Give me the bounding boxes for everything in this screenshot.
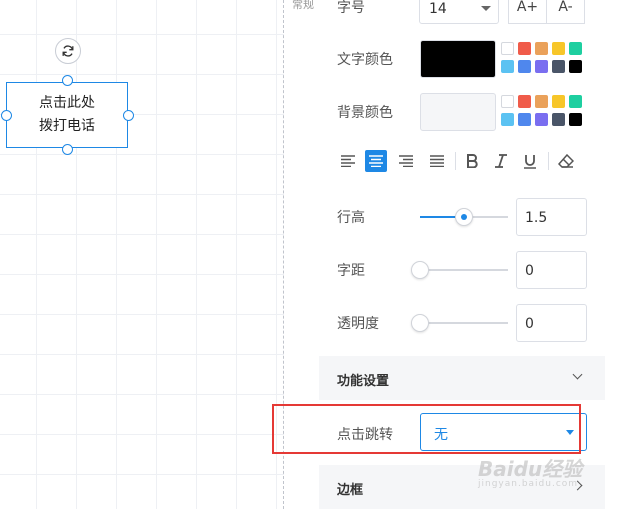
palette-color-swatch[interactable]: [552, 113, 565, 126]
editor-canvas[interactable]: [0, 0, 284, 509]
font-decrease-button[interactable]: A-: [546, 0, 585, 24]
palette-color-swatch[interactable]: [518, 60, 531, 73]
letter-spacing-input[interactable]: 0: [516, 251, 587, 289]
resize-handle-right[interactable]: [123, 110, 134, 121]
annotation-highlight-box: [272, 404, 581, 454]
palette-color-swatch[interactable]: [569, 113, 582, 126]
opacity-slider[interactable]: [411, 314, 508, 332]
font-size-label: 字号: [337, 0, 365, 16]
palette-color-swatch[interactable]: [501, 60, 514, 73]
text-line-1: 点击此处: [39, 95, 95, 111]
resize-handle-left[interactable]: [1, 110, 12, 121]
chevron-down-icon: [481, 6, 491, 11]
resize-handle-top[interactable]: [62, 75, 73, 86]
palette-color-swatch[interactable]: [535, 95, 548, 108]
palette-color-swatch[interactable]: [518, 95, 531, 108]
watermark-main: Baidu经验: [478, 457, 583, 481]
text-component[interactable]: 点击此处 拨打电话: [6, 82, 128, 148]
bg-color-label: 背景颜色: [337, 105, 393, 121]
toolbar-divider: [548, 152, 549, 170]
slider-knob[interactable]: [411, 314, 429, 332]
underline-icon[interactable]: [519, 150, 541, 172]
bg-color-palette: [501, 95, 589, 126]
text-color-palette: [501, 42, 589, 73]
palette-color-swatch[interactable]: [569, 60, 582, 73]
line-height-label: 行高: [337, 210, 365, 226]
bg-color-swatch[interactable]: [420, 93, 496, 131]
font-increase-button[interactable]: A+: [508, 0, 547, 24]
opacity-label: 透明度: [337, 316, 379, 332]
palette-color-swatch[interactable]: [569, 42, 582, 55]
slider-knob[interactable]: [411, 261, 429, 279]
palette-color-swatch[interactable]: [518, 42, 531, 55]
panel-right-gutter: [605, 0, 625, 509]
letter-spacing-label: 字距: [337, 263, 365, 279]
text-color-swatch[interactable]: [420, 40, 496, 78]
palette-color-swatch[interactable]: [501, 113, 514, 126]
letter-spacing-slider[interactable]: [411, 261, 508, 279]
text-color-label: 文字颜色: [337, 52, 393, 68]
toolbar-divider: [455, 152, 456, 170]
align-center-icon[interactable]: [365, 150, 387, 172]
font-size-value: 14: [429, 1, 447, 17]
palette-color-swatch[interactable]: [552, 95, 565, 108]
palette-color-swatch[interactable]: [535, 42, 548, 55]
align-justify-icon[interactable]: [426, 150, 448, 172]
align-right-icon[interactable]: [395, 150, 417, 172]
border-section-title: 边框: [337, 483, 364, 498]
text-line-2: 拨打电话: [39, 118, 95, 134]
canvas-tab-label: 常规: [292, 0, 314, 11]
palette-color-swatch[interactable]: [552, 60, 565, 73]
rotate-icon[interactable]: [55, 38, 81, 64]
chevron-down-icon: [572, 369, 583, 380]
palette-color-swatch[interactable]: [501, 95, 514, 108]
baidu-watermark: Baidu经验 jingyan.baidu.com: [478, 453, 582, 489]
palette-color-swatch[interactable]: [552, 42, 565, 55]
eraser-icon[interactable]: [555, 150, 577, 172]
palette-color-swatch[interactable]: [535, 60, 548, 73]
font-size-select[interactable]: 14: [419, 0, 499, 24]
bold-icon[interactable]: [461, 150, 483, 172]
palette-color-swatch[interactable]: [518, 113, 531, 126]
palette-color-swatch[interactable]: [569, 95, 582, 108]
opacity-input[interactable]: 0: [516, 304, 587, 342]
italic-icon[interactable]: [490, 150, 512, 172]
slider-knob[interactable]: [455, 208, 473, 226]
align-left-icon[interactable]: [337, 150, 359, 172]
function-settings-title: 功能设置: [337, 374, 390, 389]
function-settings-header[interactable]: 功能设置: [319, 356, 605, 400]
palette-color-swatch[interactable]: [501, 42, 514, 55]
watermark-sub: jingyan.baidu.com: [478, 479, 579, 489]
line-height-slider[interactable]: [420, 208, 508, 226]
palette-color-swatch[interactable]: [535, 113, 548, 126]
line-height-input[interactable]: 1.5: [516, 198, 587, 236]
resize-handle-bottom[interactable]: [62, 144, 73, 155]
